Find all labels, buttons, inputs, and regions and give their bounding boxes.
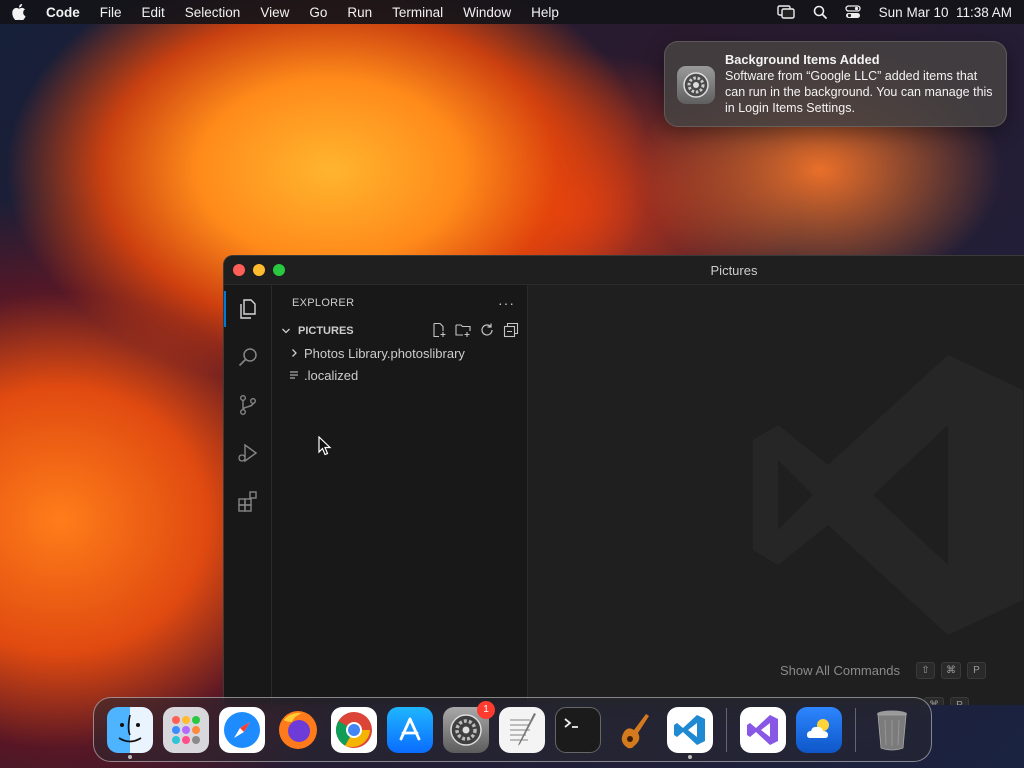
notification-badge: 1 [477,700,495,719]
dock-terminal[interactable] [555,706,601,753]
control-center-icon[interactable] [845,5,861,19]
menu-view[interactable]: View [260,5,289,20]
dock-firefox[interactable] [275,707,321,753]
dock-vscode[interactable] [667,706,713,759]
menu-go[interactable]: Go [309,5,327,20]
explorer-header: EXPLORER ··· [272,285,527,320]
garageband-icon [621,713,649,748]
activity-bar [224,285,272,705]
spotlight-search-icon[interactable] [813,5,827,19]
mouse-cursor-icon [318,436,332,456]
shortcut-label: Show All Commands [780,663,900,678]
tree-item-label: .localized [304,367,359,383]
folder-section-title: PICTURES [298,325,354,337]
shortcut-key: P [966,662,986,679]
explorer-icon[interactable] [224,285,272,333]
shortcut-key: ⌘ [940,662,961,679]
running-indicator [128,754,132,759]
extensions-icon[interactable] [224,477,272,525]
menu-run[interactable]: Run [347,5,372,20]
menu-edit[interactable]: Edit [142,5,165,20]
dock-weather[interactable] [796,706,842,753]
shortcut-show-all-commands: Show All Commands ⇧ ⌘ P [780,662,986,679]
shortcut-go-to-file: ⌘ P [924,697,969,705]
finder-icon [118,714,142,742]
notification-title: Background Items Added [725,52,880,67]
safari-icon [224,711,260,748]
running-indicator [688,754,692,759]
app-store-icon [399,717,421,740]
shortcut-key: P [950,697,969,705]
chevron-right-icon [286,348,302,358]
folder-section-header[interactable]: PICTURES [272,320,527,342]
vscode-watermark-icon [753,355,1023,635]
search-icon[interactable] [224,333,272,381]
chevron-down-icon [278,326,294,336]
menubar-clock[interactable]: Sun Mar 10 11:38 AM [879,5,1012,20]
dock-system-settings[interactable]: 1 [443,700,495,753]
menu-file[interactable]: File [100,5,122,20]
screen-mirroring-icon[interactable] [776,5,795,19]
trash-icon [877,710,907,750]
window-titlebar[interactable]: Pictures [224,256,1024,285]
tree-item-localized[interactable]: .localized [272,364,527,386]
dock-launchpad[interactable] [163,706,209,753]
firefox-icon [279,710,317,749]
notification-text: Background Items Added Software from “Go… [725,52,994,116]
menu-selection[interactable]: Selection [185,5,241,20]
menu-terminal[interactable]: Terminal [392,5,443,20]
system-settings-icon [450,713,482,746]
run-debug-icon[interactable] [224,429,272,477]
menubar-status-area: Sun Mar 10 11:38 AM [776,5,1012,20]
system-settings-icon [677,66,715,104]
dock-safari[interactable] [219,706,265,753]
explorer-title: EXPLORER [292,296,355,309]
menu-app-name[interactable]: Code [46,5,80,20]
background-items-notification[interactable]: Background Items Added Software from “Go… [664,41,1007,127]
terminal-icon [564,717,578,728]
vscode-icon [674,714,705,745]
textedit-icon [510,712,536,746]
menu-bar: Code File Edit Selection View Go Run Ter… [0,0,1024,24]
explorer-toolbar [431,322,519,341]
menu-help[interactable]: Help [531,5,559,20]
tree-item-label: Photos Library.photoslibrary [304,345,465,361]
dock-trash[interactable] [869,707,915,753]
launchpad-icon [172,715,200,744]
shortcut-key: ⇧ [915,662,935,679]
dock-chrome[interactable] [331,706,377,753]
vscode-window: Pictures EXPLORER ··· PICTURES Photos Li… [223,255,1024,705]
dock-separator [855,707,856,752]
new-folder-icon[interactable] [455,322,471,341]
editor-area[interactable]: Show All Commands ⇧ ⌘ P ⌘ P ⇧ ⌘ F [528,285,1024,705]
tree-item-photos-library[interactable]: Photos Library.photoslibrary [272,342,527,364]
dock-separator [726,707,727,752]
explorer-sidebar: EXPLORER ··· PICTURES Photos Library.pho… [272,285,528,705]
dock-textedit[interactable] [499,706,545,753]
file-lines-icon [286,370,302,380]
dock-finder[interactable] [107,706,153,759]
chrome-icon [335,711,372,748]
visual-studio-icon [747,714,778,745]
dock-app-store[interactable] [387,706,433,753]
dock-visual-studio[interactable] [740,706,786,753]
dock: 1 [93,697,932,762]
refresh-explorer-icon[interactable] [479,322,495,341]
explorer-more-actions-icon[interactable]: ··· [498,295,515,311]
notification-body: Software from “Google LLC” added items t… [725,69,993,115]
window-title: Pictures [710,263,758,278]
dock-garageband[interactable] [611,707,657,753]
source-control-icon[interactable] [224,381,272,429]
collapse-folders-icon[interactable] [503,322,519,341]
menu-window[interactable]: Window [463,5,511,20]
new-file-icon[interactable] [431,322,447,341]
apple-menu-icon[interactable] [12,4,26,20]
weather-icon [807,718,829,738]
